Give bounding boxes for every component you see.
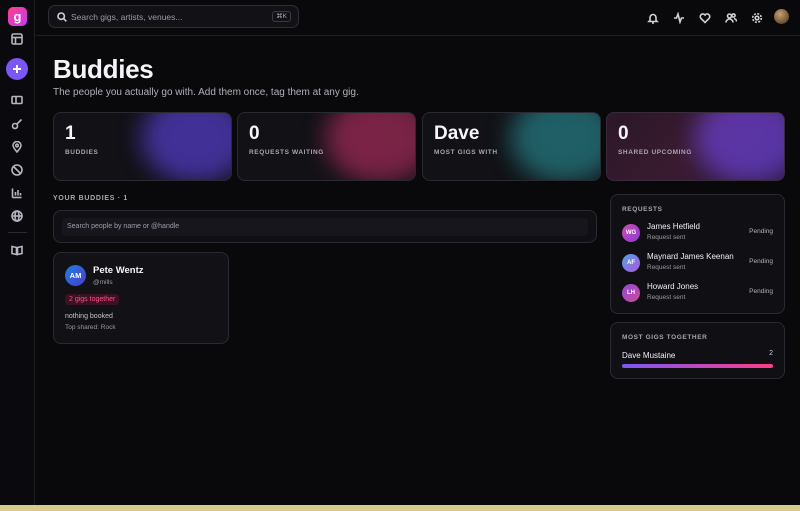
status-badge: Pending (749, 258, 773, 265)
most-gigs-name: Dave Mustaine (622, 351, 676, 360)
gigs-together-badge: 2 gigs together (65, 294, 120, 305)
stat-label: SHARED UPCOMING (618, 149, 693, 156)
request-name: Maynard James Keenan (647, 252, 734, 261)
bell-icon[interactable] (647, 11, 659, 24)
card-glow (325, 113, 415, 180)
panel-title: MOST GIGS TOGETHER (622, 334, 708, 341)
avatar: LH (622, 284, 640, 302)
buddy-card[interactable]: AM Pete Wentz @mills 2 gigs together not… (53, 252, 229, 344)
section-label-buddies: YOUR BUDDIES · 1 (53, 195, 128, 202)
avatar: AF (622, 254, 640, 272)
page-subtitle: The people you actually go with. Add the… (53, 87, 359, 98)
stat-value: 0 (249, 123, 260, 144)
search-placeholder: Search gigs, artists, venues... (71, 12, 183, 22)
record-icon[interactable] (10, 163, 24, 177)
card-glow (510, 113, 600, 180)
list-item[interactable]: AF Maynard James Keenan Request sent Pen… (611, 252, 784, 280)
buddy-search-input[interactable]: Search people by name or @handle (62, 218, 588, 236)
stat-card-most-gigs: Dave MOST GIGS WITH (422, 112, 601, 181)
map-pin-icon[interactable] (10, 140, 24, 154)
add-button[interactable] (6, 58, 28, 80)
heart-icon[interactable] (699, 11, 711, 24)
progress-bar (622, 364, 773, 368)
sidebar-divider (8, 232, 27, 233)
status-badge: Pending (749, 228, 773, 235)
list-item[interactable]: LH Howard Jones Request sent Pending (611, 282, 784, 310)
ticket-icon[interactable] (10, 93, 24, 107)
stat-value: Dave (434, 123, 480, 144)
sidebar: g (0, 0, 35, 505)
stat-label: MOST GIGS WITH (434, 149, 498, 156)
progress-fill (622, 364, 773, 368)
request-name: Howard Jones (647, 282, 699, 291)
requests-panel: REQUESTS WG James Hetfield Request sent … (610, 194, 785, 314)
card-glow (141, 113, 231, 180)
page-title: Buddies (53, 54, 154, 84)
gear-icon[interactable] (751, 11, 763, 24)
status-badge: Pending (749, 288, 773, 295)
globe-icon[interactable] (10, 209, 24, 223)
global-search-input[interactable]: Search gigs, artists, venues... ⌘K (48, 5, 299, 28)
top-bar: Search gigs, artists, venues... ⌘K (36, 0, 800, 36)
guitar-icon[interactable] (10, 117, 24, 131)
list-item[interactable]: WG James Hetfield Request sent Pending (611, 222, 784, 250)
top-shared: Top shared: Rock (65, 324, 116, 331)
activity-icon[interactable] (673, 11, 685, 25)
users-icon[interactable] (725, 11, 738, 23)
buddy-name: Pete Wentz (93, 265, 144, 276)
stat-value: 0 (618, 123, 629, 144)
shortcut-badge: ⌘K (272, 11, 291, 22)
avatar: WG (622, 224, 640, 242)
request-name: James Hetfield (647, 222, 700, 231)
search-icon (57, 12, 67, 22)
stat-card-requests: 0 REQUESTS WAITING (237, 112, 416, 181)
buddy-handle: @mills (93, 279, 113, 286)
stat-label: BUDDIES (65, 149, 99, 156)
avatar: AM (65, 265, 86, 286)
chart-icon[interactable] (10, 186, 24, 200)
book-icon[interactable] (10, 243, 24, 257)
user-avatar[interactable] (774, 9, 789, 24)
stat-card-buddies: 1 BUDDIES (53, 112, 232, 181)
request-sub: Request sent (647, 294, 686, 301)
stat-card-shared-upcoming: 0 SHARED UPCOMING (606, 112, 785, 181)
panel-title: REQUESTS (622, 206, 663, 213)
stat-value: 1 (65, 123, 76, 144)
request-sub: Request sent (647, 234, 686, 241)
app-logo[interactable]: g (8, 7, 27, 26)
buddy-search-box: Search people by name or @handle (53, 210, 597, 243)
most-gigs-count: 2 (769, 350, 773, 357)
stat-label: REQUESTS WAITING (249, 149, 324, 156)
most-gigs-panel: MOST GIGS TOGETHER Dave Mustaine 2 (610, 322, 785, 379)
bottom-strip (0, 505, 800, 511)
card-glow (694, 113, 784, 180)
layout-icon[interactable] (10, 32, 24, 46)
request-sub: Request sent (647, 264, 686, 271)
booked-status: nothing booked (65, 313, 113, 320)
